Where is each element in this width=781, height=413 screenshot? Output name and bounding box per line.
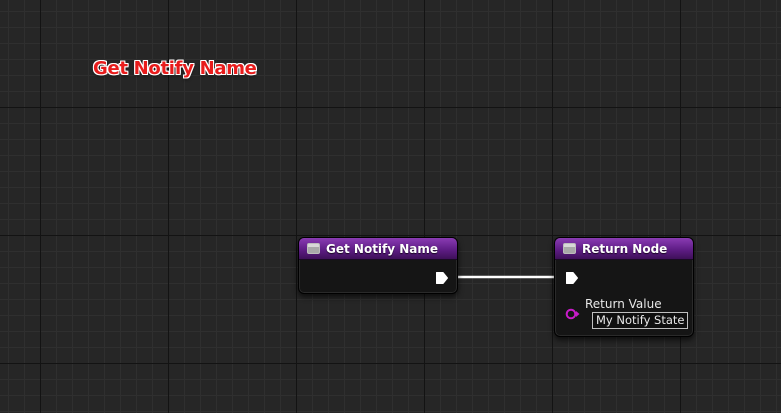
- name-pin-icon[interactable]: [565, 308, 581, 320]
- return-node-title: Return Node: [582, 241, 668, 256]
- graph-title: Get Notify Name: [93, 58, 257, 79]
- function-entry-node-title: Get Notify Name: [326, 241, 439, 256]
- return-node[interactable]: Return Node Return Value My Notify State: [554, 237, 694, 337]
- function-icon: [307, 243, 320, 254]
- return-node-header[interactable]: Return Node: [555, 238, 693, 260]
- exec-input-pin[interactable]: [565, 271, 579, 285]
- return-value-field[interactable]: My Notify State: [592, 312, 689, 329]
- blueprint-graph-canvas[interactable]: Get Notify Name Get Notify Name Return N…: [0, 0, 781, 413]
- exec-output-pin[interactable]: [435, 271, 449, 285]
- function-entry-node[interactable]: Get Notify Name: [298, 237, 458, 294]
- function-icon: [563, 243, 576, 254]
- function-entry-node-header[interactable]: Get Notify Name: [299, 238, 457, 260]
- return-value-label: Return Value: [585, 297, 662, 311]
